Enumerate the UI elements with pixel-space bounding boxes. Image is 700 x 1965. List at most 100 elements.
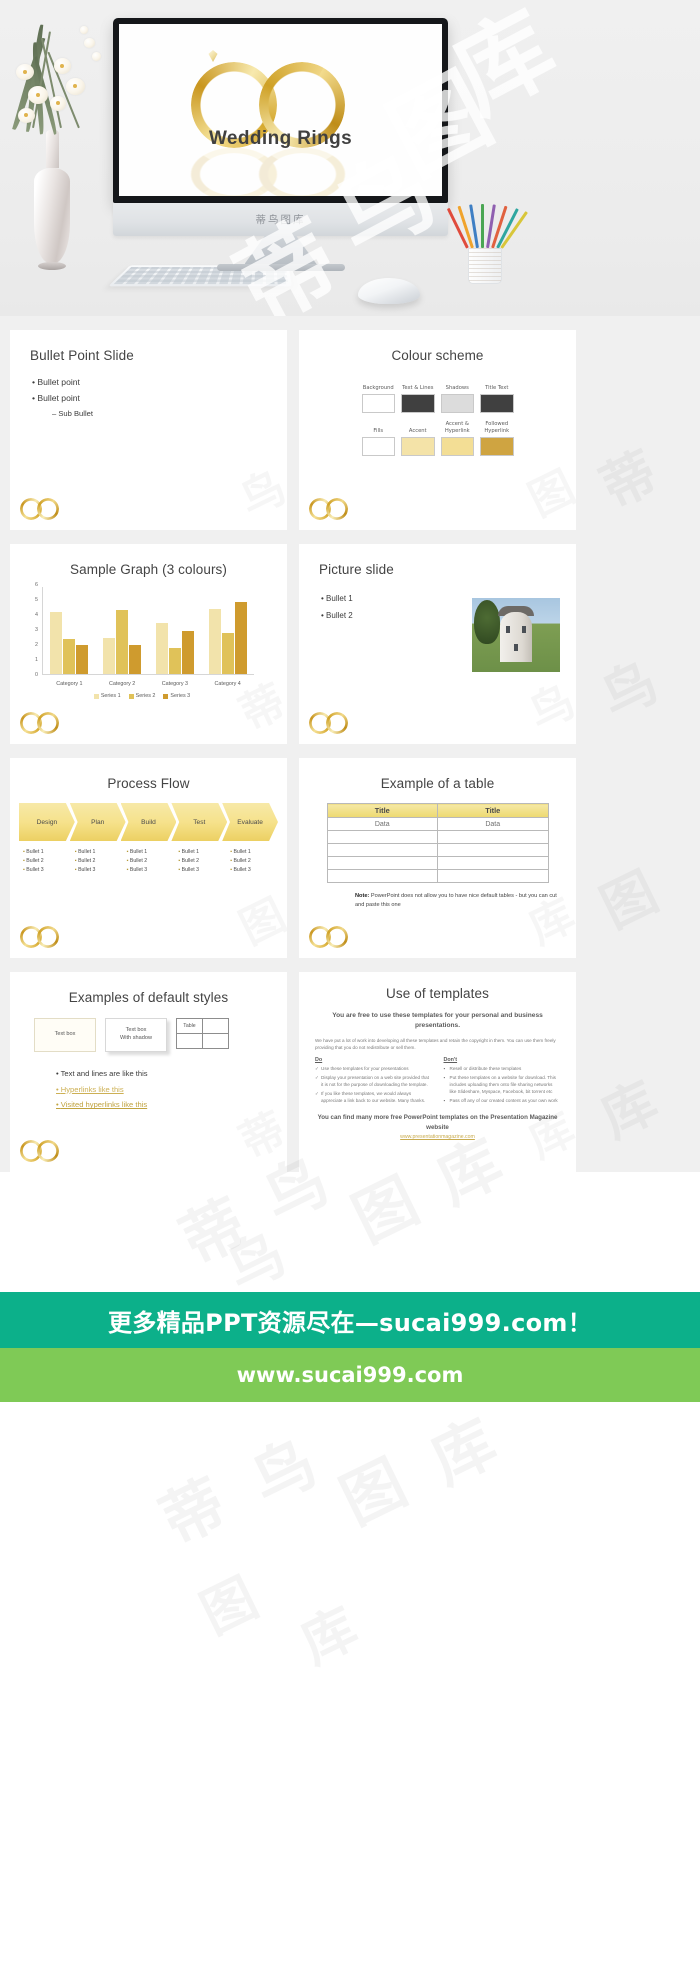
slide-example-table[interactable]: 库 Example of a table Title Title DataDat… [299, 758, 576, 958]
swatch-label: Shadows [445, 384, 469, 391]
table-cell [437, 843, 549, 857]
process-step[interactable]: Design [19, 803, 75, 841]
slide-title: Process Flow [107, 776, 190, 791]
monitor-base [216, 264, 345, 271]
chart-y-tick: 0 [35, 672, 38, 678]
colour-swatch[interactable] [361, 394, 395, 413]
slide-bullet-point[interactable]: 鸟 Bullet Point Slide Bullet point Bullet… [10, 330, 287, 530]
monitor-bezel: Wedding Rings [113, 18, 448, 203]
chart-bar [208, 608, 221, 674]
slide-picture[interactable]: 鸟 Picture slide Bullet 1 Bullet 2 [299, 544, 576, 744]
bullet-item: Bullet 3 [127, 866, 175, 875]
visited-hyperlink-example[interactable]: Visited hyperlinks like this [56, 1097, 287, 1113]
chart-legend-item: Series 2 [128, 693, 156, 699]
default-style-examples: Text box Text box With shadow Table [34, 1018, 287, 1052]
example-table: Title Title Data Data [326, 803, 549, 883]
bullet-item: Bullet 3 [23, 866, 71, 875]
sample-table-cell: Table [176, 1018, 203, 1034]
slide-sample-graph[interactable]: 蒂 Sample Graph (3 colours) 0123456 Categ… [10, 544, 287, 744]
chart-bar [76, 645, 89, 674]
colour-swatch[interactable] [440, 437, 474, 456]
bullet-item: Bullet 1 [23, 848, 71, 857]
chart-y-tick: 1 [35, 657, 38, 663]
table-cell [437, 830, 549, 844]
slide-process-flow[interactable]: 图 Process Flow DesignPlanBuildTestEvalua… [10, 758, 287, 958]
usage-lead: You are free to use these templates for … [332, 1012, 543, 1029]
slide-title: Examples of default styles [68, 990, 229, 1005]
sample-table-cell [176, 1033, 203, 1049]
slide-title: Colour scheme [391, 348, 484, 363]
chart-y-tick: 3 [35, 627, 38, 633]
process-step-bullets: Bullet 1Bullet 2Bullet 3 [226, 848, 278, 875]
flower-vase-decoration [12, 24, 101, 270]
colour-scheme-grid: Background Text & Lines Shadows Title Te… [361, 377, 514, 456]
pencil-cup-decoration [446, 200, 528, 284]
chart-category-label: Category 3 [161, 681, 189, 687]
legend-label: Series 1 [100, 693, 121, 699]
usage-footer: You can find many more free PowerPoint t… [317, 1114, 558, 1131]
hyperlink-example[interactable]: Hyperlinks like this [56, 1082, 287, 1098]
do-item: Display your presentation on a web site … [315, 1075, 432, 1089]
process-step[interactable]: Test [171, 803, 228, 841]
sub-bullet-item: Sub Bullet [32, 407, 287, 421]
swatch-label: Accent [408, 427, 427, 434]
process-flow-chevrons: Design Plan Build Test Evaluate [19, 803, 278, 841]
usage-footer-url[interactable]: www.presentationmagazine.com [315, 1134, 560, 1140]
chart-bar [116, 610, 129, 674]
wedding-rings-decoration [20, 710, 66, 738]
legend-swatch-icon [93, 693, 99, 699]
promo-banner-green[interactable]: www.sucai999.com [0, 1348, 700, 1402]
chart-legend: Series 1 Series 2 Series 3 [26, 693, 258, 699]
plain-text-example: Text and lines are like this [56, 1066, 287, 1082]
dont-item: Resell or distribute these templates [444, 1066, 561, 1073]
chart-bar [168, 647, 181, 674]
table-header-cell: Title [437, 803, 549, 818]
legend-label: Series 2 [135, 693, 156, 699]
do-column: Do Use these templates for your presenta… [315, 1057, 432, 1106]
slide-title: Picture slide [319, 562, 394, 577]
colour-swatch[interactable] [440, 394, 474, 413]
table-row [326, 843, 549, 857]
process-step[interactable]: Evaluate [222, 803, 278, 841]
table-cell [326, 856, 438, 870]
process-step[interactable]: Build [120, 803, 177, 841]
table-cell [437, 869, 549, 883]
promo-banner-teal[interactable]: 更多精品PPT资源尽在—sucai999.com！ [0, 1292, 700, 1348]
table-row: Data Data [326, 817, 549, 831]
text-box-shadow-line1: Text box [125, 1027, 147, 1034]
monitor-stand [244, 236, 317, 264]
bullet-item: Bullet 3 [230, 866, 278, 875]
chart-bar-group [149, 587, 202, 674]
bullet-item: Bullet 2 [178, 857, 226, 866]
colour-swatch[interactable] [480, 394, 514, 413]
colour-swatch[interactable] [401, 437, 435, 456]
table-cell [326, 843, 438, 857]
slide-colour-scheme[interactable]: 图 Colour scheme Background Text & Lines … [299, 330, 576, 530]
chart-bar [234, 601, 247, 674]
sample-table-cell [202, 1018, 229, 1034]
process-step[interactable]: Plan [69, 803, 126, 841]
sample-table-cell [202, 1033, 229, 1049]
table-note-text: PowerPoint does not allow you to have ni… [355, 893, 557, 908]
vase-foot [38, 262, 66, 270]
process-flow-bullets: Bullet 1Bullet 2Bullet 3Bullet 1Bullet 2… [19, 848, 278, 875]
tree-shape [474, 600, 500, 644]
process-step-bullets: Bullet 1Bullet 2Bullet 3 [19, 848, 71, 875]
swatch-label: Text & Lines [402, 384, 434, 391]
chart-y-tick: 2 [35, 642, 38, 648]
bullet-list: Bullet point Bullet point Sub Bullet [10, 363, 287, 421]
chart-category-label: Category 2 [108, 681, 136, 687]
slide-title: Bullet Point Slide [30, 348, 134, 363]
slide-default-styles[interactable]: 蒂 Examples of default styles Text box Te… [10, 972, 287, 1172]
colour-swatch[interactable] [480, 437, 514, 456]
colour-swatch[interactable] [361, 437, 395, 456]
monitor-brand-label: 蒂鸟图库 [255, 214, 306, 226]
colour-swatch[interactable] [401, 394, 435, 413]
mouse-prop [358, 278, 420, 304]
bullet-item: Bullet 2 [75, 857, 123, 866]
chart-bar-group [201, 587, 254, 674]
chart-bar [103, 637, 116, 674]
slide-use-of-templates[interactable]: 库 Use of templates You are free to use t… [299, 972, 576, 1172]
table-row [326, 856, 549, 870]
slide-watermark: 图 [227, 880, 287, 957]
